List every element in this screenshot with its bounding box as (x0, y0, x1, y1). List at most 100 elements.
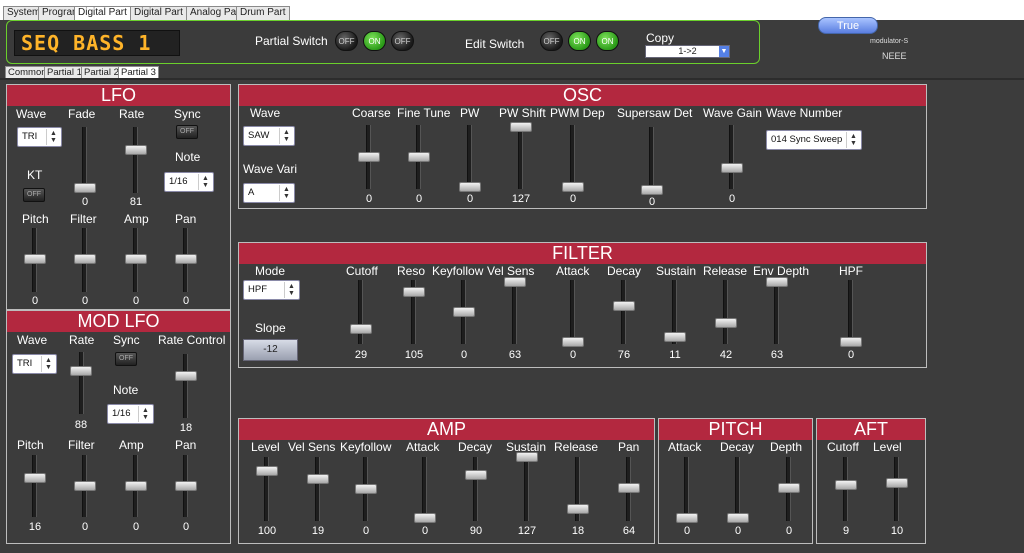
modlfo-sync-toggle[interactable]: OFF (115, 352, 137, 366)
filter-attack-slider[interactable] (562, 337, 584, 347)
copy-select[interactable]: 1->2 ▼ (645, 45, 730, 58)
modlfo-rate-control-track (183, 354, 188, 418)
amp-sustain-track (524, 457, 529, 521)
modlfo-rate-label: Rate (69, 333, 95, 347)
filter-env-depth-slider[interactable] (766, 277, 788, 287)
aft-title: AFT (817, 419, 925, 440)
modlfo-wave-select[interactable]: TRI ▲ ▼ (12, 354, 57, 374)
filter-mode-select[interactable]: HPF ▲ ▼ (243, 280, 300, 300)
true-button[interactable]: True (818, 17, 878, 34)
edit-switch-label: Edit Switch (465, 37, 525, 51)
spinner-icon: ▲ ▼ (138, 406, 152, 422)
filter-cutoff-label: Cutoff (346, 264, 378, 278)
partial-switch-3[interactable]: OFF (391, 31, 414, 51)
edit-switch-1[interactable]: OFF (540, 31, 563, 51)
lfo-sync-toggle[interactable]: OFF (176, 125, 198, 139)
osc-wave-number-select[interactable]: 014 Sync Sweep ▲ ▼ (766, 130, 862, 150)
osc-fine-tune-slider[interactable] (408, 152, 430, 162)
modlfo-amp-slider[interactable] (125, 481, 147, 491)
lfo-pan-slider[interactable] (175, 254, 197, 264)
filter-decay-slider[interactable] (613, 301, 635, 311)
aft-level-track (894, 457, 899, 521)
lfo-pitch-slider[interactable] (24, 254, 46, 264)
lfo-sync-label: Sync (174, 107, 201, 121)
filter-title: FILTER (239, 243, 926, 264)
chevron-down-icon: ▼ (719, 46, 729, 57)
partial-switch-1[interactable]: OFF (335, 31, 358, 51)
modlfo-filter-slider[interactable] (74, 481, 96, 491)
lfo-note-value: 1/16 (169, 176, 188, 187)
osc-pw-shift-track (518, 125, 523, 189)
amp-keyfollow-slider[interactable] (355, 484, 377, 494)
modlfo-pan-slider[interactable] (175, 481, 197, 491)
osc-wave-vari-select[interactable]: A ▲ ▼ (243, 183, 295, 203)
filter-release-slider[interactable] (715, 318, 737, 328)
modlfo-rate-value: 88 (74, 419, 88, 431)
filter-sustain-slider[interactable] (664, 332, 686, 342)
modlfo-rate-slider[interactable] (70, 366, 92, 376)
osc-fine-tune-value: 0 (415, 193, 423, 205)
aft-level-slider[interactable] (886, 478, 908, 488)
subtab-partial-3[interactable]: Partial 3 (118, 66, 159, 78)
modlfo-pitch-slider[interactable] (24, 473, 46, 483)
osc-coarse-slider[interactable] (358, 152, 380, 162)
osc-wave-select[interactable]: SAW ▲ ▼ (243, 126, 295, 146)
lfo-amp-slider[interactable] (125, 254, 147, 264)
osc-pw-shift-slider[interactable] (510, 122, 532, 132)
osc-pw-slider[interactable] (459, 182, 481, 192)
amp-decay-slider[interactable] (465, 470, 487, 480)
filter-keyfollow-slider[interactable] (453, 307, 475, 317)
filter-cutoff-track (358, 280, 363, 344)
osc-fine-tune-label: Fine Tune (397, 106, 451, 120)
osc-pwm-dep-slider[interactable] (562, 182, 584, 192)
pitch-decay-slider[interactable] (727, 513, 749, 523)
lfo-fade-label: Fade (68, 107, 96, 121)
filter-mode-label: Mode (255, 264, 286, 278)
osc-wave-gain-slider[interactable] (721, 163, 743, 173)
osc-supersaw-det-value: 0 (648, 196, 656, 208)
modlfo-rate-control-slider[interactable] (175, 371, 197, 381)
mod-lfo-title: MOD LFO (7, 311, 230, 332)
filter-attack-track (570, 280, 575, 344)
edit-switch-2[interactable]: ON (568, 31, 591, 51)
filter-slope-button[interactable]: -12 (243, 339, 298, 361)
lfo-kt-toggle[interactable]: OFF (23, 188, 45, 202)
spinner-icon: ▲ ▼ (279, 128, 293, 144)
modlfo-note-select[interactable]: 1/16 ▲ ▼ (107, 404, 154, 424)
osc-wave-gain-track (729, 125, 734, 189)
aft-level-label: Level (873, 440, 902, 454)
filter-hpf-label: HPF (839, 264, 863, 278)
pitch-attack-slider[interactable] (676, 513, 698, 523)
amp-pan-slider[interactable] (618, 483, 640, 493)
amp-attack-slider[interactable] (414, 513, 436, 523)
tab-drum-part[interactable]: Drum Part (236, 6, 290, 20)
filter-reso-slider[interactable] (403, 287, 425, 297)
aft-level-value: 10 (890, 525, 904, 537)
amp-vel-sens-slider[interactable] (307, 474, 329, 484)
pitch-depth-slider[interactable] (778, 483, 800, 493)
synth-editor-window: System Program Digital Part 1 Digital Pa… (0, 0, 1024, 553)
lfo-fade-slider[interactable] (74, 183, 96, 193)
subtab-partial-2[interactable]: Partial 2 (81, 66, 122, 78)
amp-sustain-slider[interactable] (516, 452, 538, 462)
modlfo-rate-control-value: 18 (179, 422, 193, 434)
osc-supersaw-det-slider[interactable] (641, 185, 663, 195)
filter-keyfollow-value: 0 (460, 349, 468, 361)
osc-supersaw-det-label: Supersaw Det (617, 106, 693, 120)
filter-cutoff-slider[interactable] (350, 324, 372, 334)
lfo-rate-slider[interactable] (125, 145, 147, 155)
filter-hpf-slider[interactable] (840, 337, 862, 347)
pitch-decay-label: Decay (720, 440, 755, 454)
filter-vel-sens-slider[interactable] (504, 277, 526, 287)
subtab-common[interactable]: Common (5, 66, 50, 78)
amp-release-slider[interactable] (567, 504, 589, 514)
partial-switch-2[interactable]: ON (363, 31, 386, 51)
edit-switch-3[interactable]: ON (596, 31, 619, 51)
osc-wave-vari-label: Wave Vari (243, 162, 298, 176)
aft-cutoff-slider[interactable] (835, 480, 857, 490)
amp-level-slider[interactable] (256, 466, 278, 476)
lfo-note-select[interactable]: 1/16 ▲ ▼ (164, 172, 214, 192)
lfo-filter-slider[interactable] (74, 254, 96, 264)
lfo-wave-select[interactable]: TRI ▲ ▼ (17, 127, 62, 147)
subtab-partial-1[interactable]: Partial 1 (44, 66, 85, 78)
